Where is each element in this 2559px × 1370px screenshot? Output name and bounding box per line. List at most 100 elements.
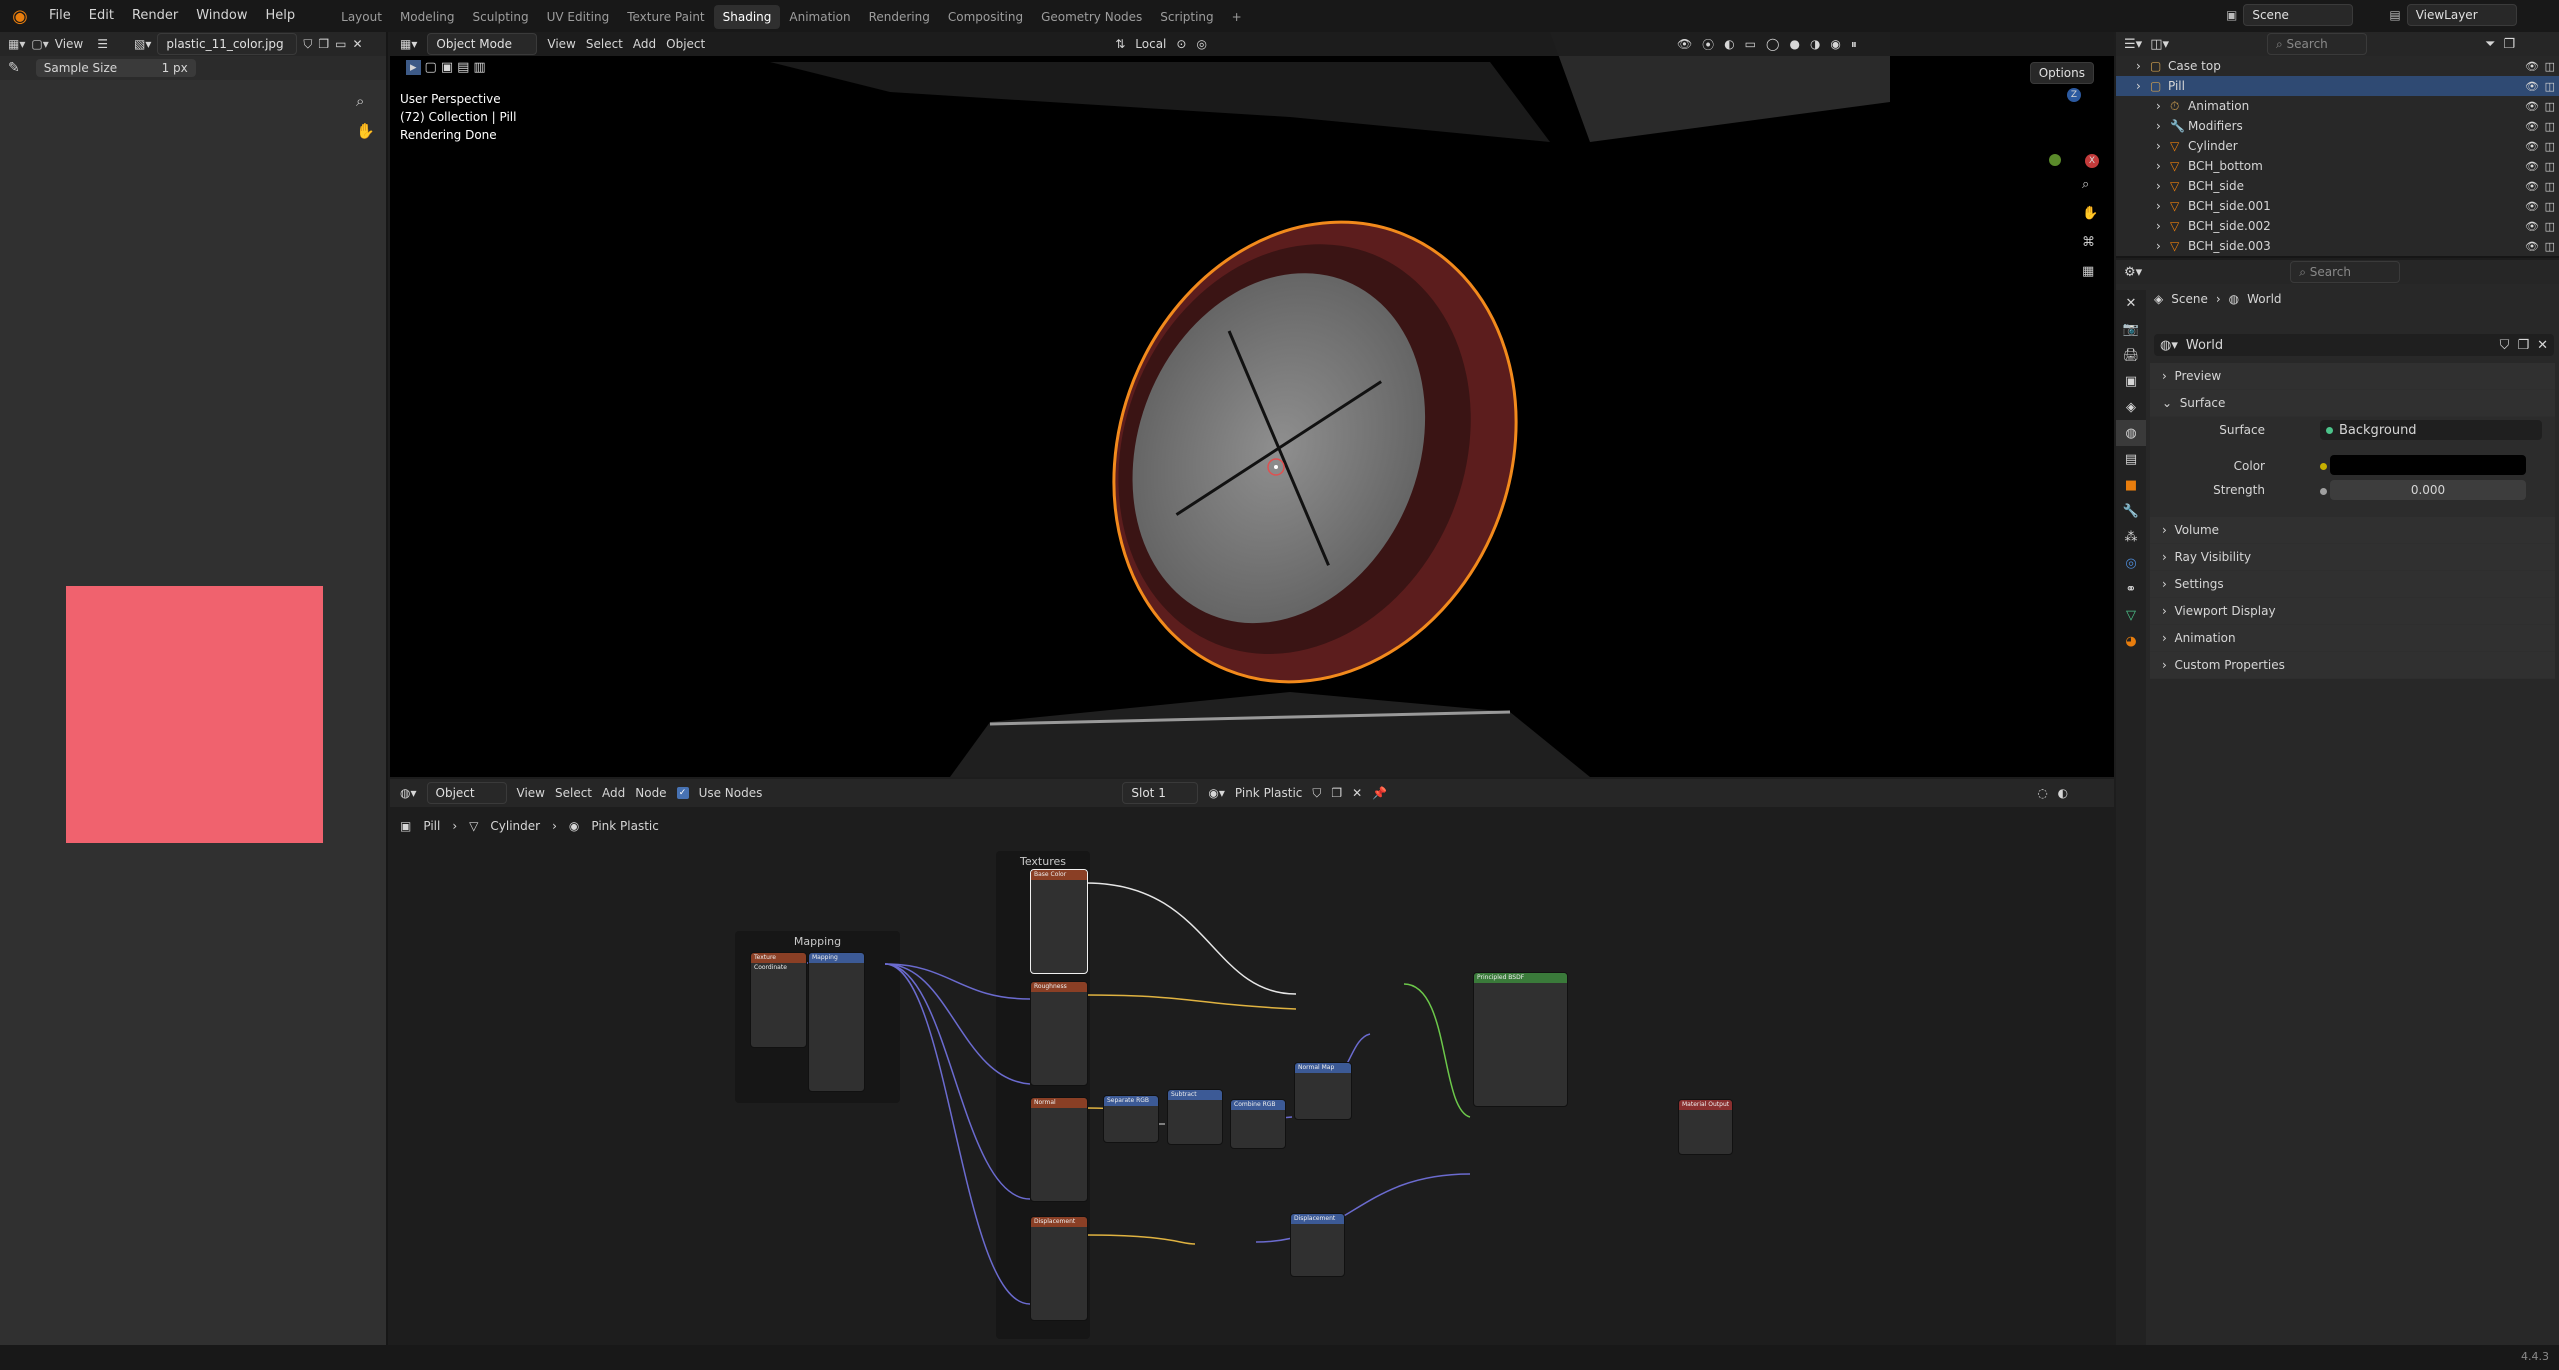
chevron-right-icon[interactable]: › (2156, 119, 2170, 133)
visibility-eye-icon[interactable]: 👁 (2525, 200, 2539, 213)
display-mode-icon[interactable]: ◫▾ (2150, 37, 2169, 52)
wireframe-shading-icon[interactable]: ◯ (1766, 37, 1779, 51)
tab-geometry-nodes[interactable]: Geometry Nodes (1032, 5, 1151, 29)
outliner-row[interactable]: › ▽ BCH_side.003 👁 ◫ (2116, 236, 2559, 256)
hand-pan-icon[interactable]: ✋ (2082, 206, 2098, 221)
select-subtract-icon[interactable]: ▤ (457, 60, 469, 75)
chevron-right-icon[interactable]: › (2156, 179, 2170, 193)
visibility-eye-icon[interactable]: 👁 (2525, 220, 2539, 233)
chevron-right-icon[interactable]: › (2156, 239, 2170, 253)
blender-logo-icon[interactable]: ◉ (0, 0, 40, 32)
render-camera-icon[interactable]: ◫ (2545, 100, 2555, 113)
render-camera-icon[interactable]: ◫ (2545, 160, 2555, 173)
node-subtract[interactable]: Subtract (1167, 1089, 1223, 1145)
object-mode-selector[interactable]: Object Mode (427, 33, 538, 55)
snap-icon[interactable]: ⊙ (1176, 37, 1186, 51)
menu-edit[interactable]: Edit (80, 0, 123, 32)
proportional-edit-icon[interactable]: ◎ (1196, 37, 1206, 51)
tab-sculpting[interactable]: Sculpting (464, 5, 538, 29)
chevron-right-icon[interactable]: › (2156, 159, 2170, 173)
node-normal-map[interactable]: Normal Map (1294, 1062, 1352, 1120)
tab-animation[interactable]: Animation (780, 5, 859, 29)
outliner-row[interactable]: › ▢ Case top 👁 ◫ (2116, 56, 2559, 76)
visibility-icon[interactable]: 👁 (1677, 37, 1692, 51)
add-workspace-button[interactable]: + (1223, 5, 1251, 29)
panel-settings[interactable]: › Settings (2150, 571, 2555, 598)
properties-search-input[interactable]: ⌕ Search (2290, 261, 2401, 283)
render-camera-icon[interactable]: ◫ (2545, 60, 2555, 73)
chevron-right-icon[interactable]: › (2156, 99, 2170, 113)
image-editor-mode-icon[interactable]: ▢▾ (31, 37, 48, 51)
viewport-menu-add[interactable]: Add (633, 37, 656, 51)
render-camera-icon[interactable]: ◫ (2545, 240, 2555, 253)
node-image-texture-roughness[interactable]: Roughness (1030, 981, 1088, 1086)
outliner-search-input[interactable]: ⌕ Search (2267, 33, 2367, 55)
fake-user-icon[interactable]: ⛉ (303, 37, 312, 52)
render-camera-icon[interactable]: ◫ (2545, 180, 2555, 193)
gizmo-x-axis[interactable]: X (2085, 154, 2099, 168)
outliner-row[interactable]: › ▽ BCH_bottom 👁 ◫ (2116, 156, 2559, 176)
tab-uv-editing[interactable]: UV Editing (538, 5, 619, 29)
tab-compositing[interactable]: Compositing (939, 5, 1032, 29)
shader-node-editor[interactable]: ◍▾ Object View Select Add Node ✓ Use Nod… (390, 779, 2114, 1345)
transform-orientation-icon[interactable]: ⇅ (1115, 37, 1125, 51)
panel-animation[interactable]: › Animation (2150, 625, 2555, 652)
select-extend-icon[interactable]: ▣ (441, 60, 453, 75)
chevron-right-icon[interactable]: › (2156, 139, 2170, 153)
world-datablock-field[interactable]: ◍▾ World ⛉ ❐ ✕ (2154, 334, 2554, 356)
render-camera-icon[interactable]: ◫ (2545, 140, 2555, 153)
visibility-eye-icon[interactable]: 👁 (2525, 80, 2539, 93)
visibility-eye-icon[interactable]: 👁 (2525, 160, 2539, 173)
panel-surface[interactable]: ⌄ Surface (2150, 390, 2555, 417)
node-image-texture-color[interactable]: Base Color (1030, 869, 1088, 974)
sample-tool-icon[interactable]: ✎ (8, 60, 20, 76)
menu-window[interactable]: Window (187, 0, 256, 32)
hamburger-icon[interactable]: ☰ (97, 37, 108, 51)
grid-view-icon[interactable]: ▦ (2082, 264, 2098, 279)
3d-viewport[interactable]: ▦▾ Object Mode View Select Add Object ⇅ … (390, 32, 2114, 777)
overlay-toggle-icon[interactable]: ◐ (1724, 37, 1734, 51)
pause-render-icon[interactable]: ⏸ (1851, 37, 1857, 52)
zoom-icon[interactable]: ⌕ (356, 92, 364, 110)
tab-modeling[interactable]: Modeling (391, 5, 464, 29)
visibility-eye-icon[interactable]: 👁 (2525, 120, 2539, 133)
visibility-eye-icon[interactable]: 👁 (2525, 140, 2539, 153)
visibility-eye-icon[interactable]: 👁 (2525, 240, 2539, 253)
panel-ray-visibility[interactable]: › Ray Visibility (2150, 544, 2555, 571)
outliner-editor-type-icon[interactable]: ☰▾ (2124, 37, 2142, 52)
panel-volume[interactable]: › Volume (2150, 517, 2555, 544)
viewport-menu-object[interactable]: Object (666, 37, 705, 51)
visibility-eye-icon[interactable]: 👁 (2525, 180, 2539, 193)
editor-type-icon[interactable]: ▦▾ (8, 37, 25, 51)
menu-help[interactable]: Help (257, 0, 305, 32)
unlink-icon[interactable]: ✕ (2537, 338, 2548, 353)
fake-user-icon[interactable]: ⛉ (2500, 338, 2510, 353)
outliner-row[interactable]: › ▽ BCH_side.001 👁 ◫ (2116, 196, 2559, 216)
render-camera-icon[interactable]: ◫ (2545, 200, 2555, 213)
gizmo-toggle-icon[interactable]: ⦿ (1702, 36, 1714, 53)
node-mapping[interactable]: Mapping (808, 952, 865, 1092)
node-image-texture-normal[interactable]: Normal (1030, 1097, 1088, 1202)
select-box-icon[interactable]: ▢ (425, 60, 437, 75)
color-field[interactable] (2330, 455, 2526, 475)
outliner-row[interactable]: › 🔧 Modifiers 👁 ◫ (2116, 116, 2559, 136)
node-separate-rgb[interactable]: Separate RGB (1103, 1095, 1159, 1143)
strength-field[interactable]: 0.000 (2330, 480, 2526, 500)
rendered-shading-icon[interactable]: ◉ (1830, 37, 1840, 51)
outliner-row[interactable]: › ▽ BCH_side 👁 ◫ (2116, 176, 2559, 196)
render-tab-icon[interactable]: 📷 (2116, 316, 2146, 342)
tab-rendering[interactable]: Rendering (860, 5, 939, 29)
outliner-row[interactable]: › ▽ BCH_side.002 👁 ◫ (2116, 216, 2559, 236)
tab-layout[interactable]: Layout (332, 5, 391, 29)
render-camera-icon[interactable]: ◫ (2545, 120, 2555, 133)
open-image-icon[interactable]: ▭ (335, 37, 346, 51)
hand-pan-icon[interactable]: ✋ (356, 122, 375, 140)
gizmo-y-axis[interactable] (2049, 154, 2061, 166)
viewport-menu-view[interactable]: View (547, 37, 575, 51)
properties-editor-type-icon[interactable]: ⚙▾ (2124, 265, 2142, 280)
tab-scripting[interactable]: Scripting (1151, 5, 1222, 29)
camera-view-icon[interactable]: ⌘ (2082, 235, 2098, 250)
zoom-icon[interactable]: ⌕ (2082, 177, 2098, 192)
orientation-selector[interactable]: Local (1135, 37, 1166, 51)
node-material-output[interactable]: Material Output (1678, 1099, 1733, 1155)
